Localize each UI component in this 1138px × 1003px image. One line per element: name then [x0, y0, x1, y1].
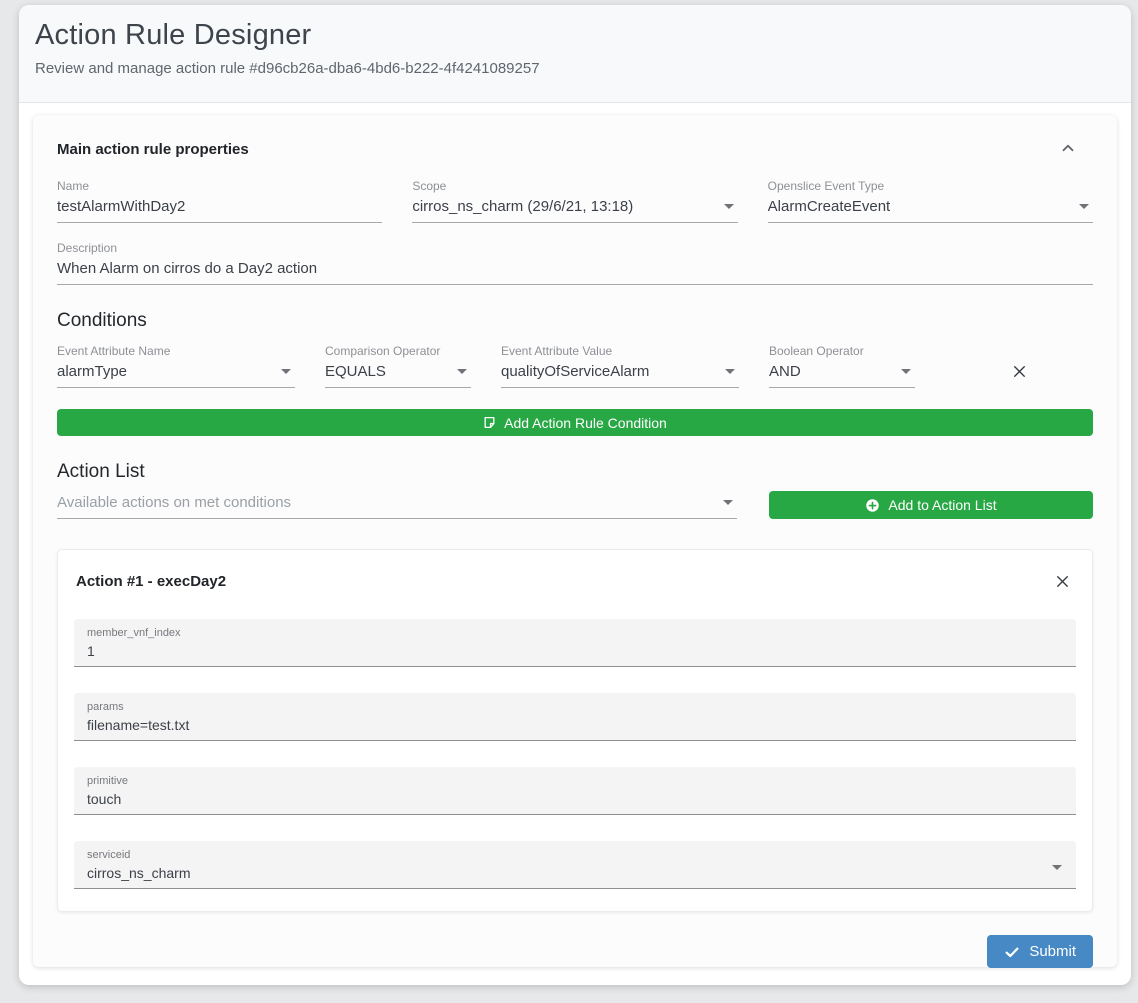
- close-icon: [1053, 572, 1072, 591]
- serviceid-label: serviceid: [87, 849, 1063, 861]
- action-card-title: Action #1 - execDay2: [76, 573, 226, 590]
- name-value: testAlarmWithDay2: [57, 198, 382, 223]
- primitive-field[interactable]: primitive touch: [74, 767, 1076, 815]
- member-vnf-index-value: 1: [87, 643, 1063, 659]
- dropdown-caret-icon: [457, 369, 467, 374]
- primitive-value: touch: [87, 791, 1063, 807]
- boolean-operator-select[interactable]: Boolean Operator AND: [769, 342, 915, 388]
- dropdown-caret-icon: [1079, 204, 1089, 209]
- conditions-heading: Conditions: [57, 310, 1093, 332]
- boolean-operator-label: Boolean Operator: [769, 344, 915, 358]
- event-attribute-value-value: qualityOfServiceAlarm: [501, 363, 739, 388]
- page-title: Action Rule Designer: [35, 19, 1115, 52]
- available-actions-select[interactable]: Available actions on met conditions: [57, 487, 737, 519]
- event-type-label: Openslice Event Type: [768, 179, 1093, 193]
- description-label: Description: [57, 241, 1093, 255]
- check-icon: [1004, 944, 1020, 960]
- scope-select[interactable]: Scope cirros_ns_charm (29/6/21, 13:18): [412, 177, 737, 223]
- description-value: When Alarm on cirros do a Day2 action: [57, 260, 1093, 285]
- primitive-label: primitive: [87, 775, 1063, 787]
- close-icon: [1010, 362, 1029, 381]
- submit-label: Submit: [1029, 943, 1076, 960]
- dropdown-caret-icon: [723, 500, 733, 505]
- collapse-card-button[interactable]: [1055, 135, 1081, 161]
- comparison-operator-value: EQUALS: [325, 363, 471, 388]
- params-value: filename=test.txt: [87, 717, 1063, 733]
- remove-condition-button[interactable]: [1008, 360, 1031, 383]
- params-label: params: [87, 701, 1063, 713]
- event-type-value: AlarmCreateEvent: [768, 198, 1093, 223]
- page-subtitle: Review and manage action rule #d96cb26a-…: [35, 60, 1115, 77]
- note-add-icon: [483, 416, 496, 429]
- member-vnf-index-label: member_vnf_index: [87, 627, 1063, 639]
- name-label: Name: [57, 179, 382, 193]
- params-field[interactable]: params filename=test.txt: [74, 693, 1076, 741]
- main-rule-card: Main action rule properties Name testAla…: [33, 115, 1117, 967]
- page-header: Action Rule Designer Review and manage a…: [19, 5, 1131, 103]
- serviceid-select[interactable]: serviceid cirros_ns_charm: [74, 841, 1076, 889]
- add-to-action-list-label: Add to Action List: [888, 497, 996, 513]
- boolean-operator-value: AND: [769, 363, 915, 388]
- main-card-title: Main action rule properties: [57, 135, 249, 158]
- dropdown-caret-icon: [281, 369, 291, 374]
- event-type-select[interactable]: Openslice Event Type AlarmCreateEvent: [768, 177, 1093, 223]
- event-attribute-name-value: alarmType: [57, 363, 295, 388]
- available-actions-placeholder: Available actions on met conditions: [57, 494, 737, 519]
- description-field[interactable]: Description When Alarm on cirros do a Da…: [57, 239, 1093, 285]
- add-condition-label: Add Action Rule Condition: [504, 415, 667, 431]
- remove-action-button[interactable]: [1051, 570, 1074, 593]
- event-attribute-name-select[interactable]: Event Attribute Name alarmType: [57, 342, 295, 388]
- dropdown-caret-icon: [724, 204, 734, 209]
- chevron-up-icon: [1059, 139, 1077, 157]
- member-vnf-index-field[interactable]: member_vnf_index 1: [74, 619, 1076, 667]
- comparison-operator-select[interactable]: Comparison Operator EQUALS: [325, 342, 471, 388]
- add-to-action-list-button[interactable]: Add to Action List: [769, 491, 1093, 519]
- dropdown-caret-icon: [1052, 865, 1062, 870]
- add-circle-icon: [865, 498, 880, 513]
- submit-button[interactable]: Submit: [987, 935, 1093, 968]
- action-list-heading: Action List: [57, 461, 1093, 483]
- event-attribute-value-select[interactable]: Event Attribute Value qualityOfServiceAl…: [501, 342, 739, 388]
- action-card: Action #1 - execDay2 member_vnf_index 1 …: [57, 549, 1093, 912]
- scope-value: cirros_ns_charm (29/6/21, 13:18): [412, 198, 737, 223]
- scope-label: Scope: [412, 179, 737, 193]
- dropdown-caret-icon: [901, 369, 911, 374]
- dropdown-caret-icon: [725, 369, 735, 374]
- add-condition-button[interactable]: Add Action Rule Condition: [57, 409, 1093, 436]
- event-attribute-value-label: Event Attribute Value: [501, 344, 739, 358]
- name-field[interactable]: Name testAlarmWithDay2: [57, 177, 382, 223]
- comparison-operator-label: Comparison Operator: [325, 344, 471, 358]
- event-attribute-name-label: Event Attribute Name: [57, 344, 295, 358]
- content-panel: Action Rule Designer Review and manage a…: [19, 5, 1131, 985]
- serviceid-value: cirros_ns_charm: [87, 865, 1063, 881]
